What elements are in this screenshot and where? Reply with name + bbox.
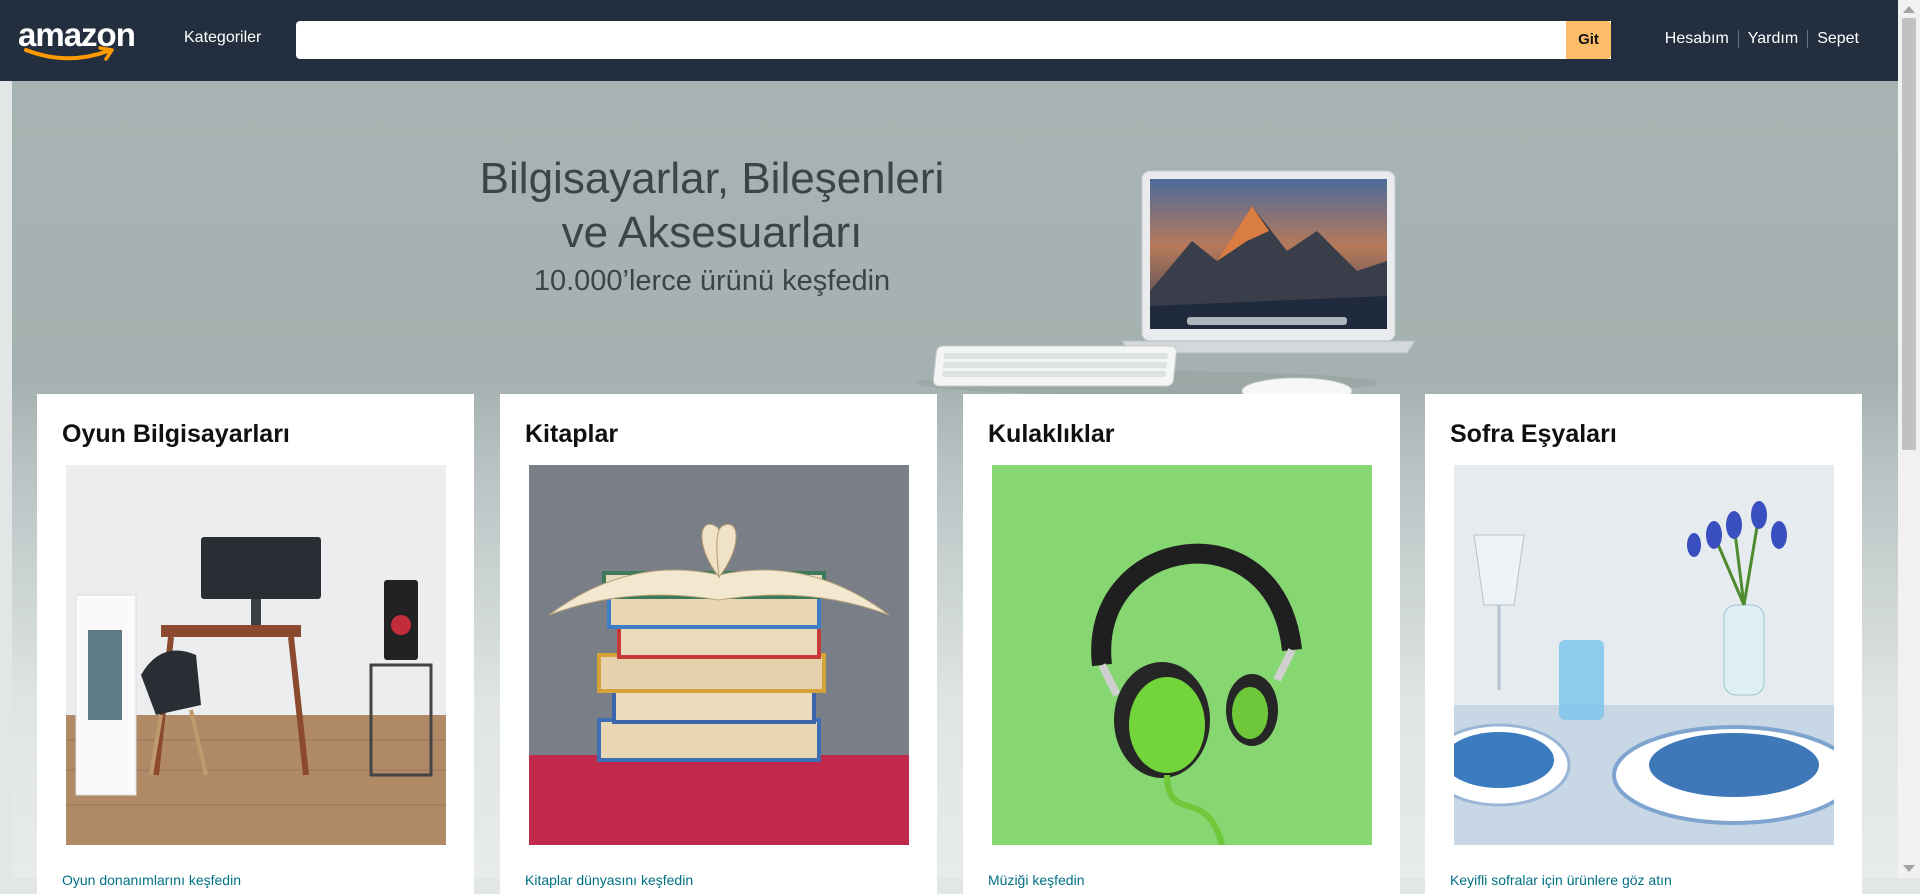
help-link[interactable]: Yardım <box>1737 30 1807 48</box>
left-edge <box>0 81 12 878</box>
amazon-logo[interactable]: amazon <box>18 16 142 68</box>
hero-title-line1: Bilgisayarlar, Bileşenleri <box>479 154 945 203</box>
category-card-gaming: Oyun Bilgisayarları Oyun donanımlarını k… <box>37 394 474 894</box>
top-navigation-bar: amazon Kategoriler Git Hesabım Yardım Se… <box>0 0 1898 81</box>
account-link[interactable]: Hesabım <box>1656 30 1738 48</box>
category-card-tableware: Sofra Eşyaları Keyifli sofralar için ürü… <box>1425 394 1862 894</box>
scrollbar-thumb[interactable] <box>1902 18 1916 450</box>
hero-subtitle: 10.000’lerce ürünü keşfedin <box>533 265 891 297</box>
books-stack-image[interactable] <box>529 465 909 845</box>
card-title: Oyun Bilgisayarları <box>62 420 290 448</box>
account-links: Hesabım Yardım Sepet <box>1656 30 1868 48</box>
scroll-down-arrow-icon[interactable] <box>1903 865 1915 872</box>
card-link[interactable]: Oyun donanımlarını keşfedin <box>62 872 241 888</box>
card-title: Sofra Eşyaları <box>1450 420 1617 448</box>
scroll-up-arrow-icon[interactable] <box>1903 6 1915 13</box>
card-title: Kitaplar <box>525 420 619 448</box>
card-title: Kulaklıklar <box>988 420 1115 448</box>
card-link[interactable]: Keyifli sofralar için ürünlere göz atın <box>1450 872 1672 888</box>
smile-arrow-icon <box>24 46 114 61</box>
headphones-image[interactable] <box>992 465 1372 845</box>
category-card-books: Kitaplar Kitaplar dünyasını keşfedin <box>500 394 937 894</box>
vertical-scrollbar[interactable] <box>1898 0 1920 878</box>
hero-title-line2: ve Aksesuarları <box>561 208 863 257</box>
card-link[interactable]: Kitaplar dünyasını keşfedin <box>525 872 693 888</box>
search-button[interactable]: Git <box>1566 21 1611 59</box>
categories-menu[interactable]: Kategoriler <box>184 29 261 47</box>
table-setting-image[interactable] <box>1454 465 1834 845</box>
gaming-desk-image[interactable] <box>66 465 446 845</box>
laptop-keyboard-mouse-image <box>917 170 1416 405</box>
card-link[interactable]: Müziği keşfedin <box>988 872 1085 888</box>
search-input[interactable] <box>296 21 1611 59</box>
category-card-headphones: Kulaklıklar Müziği keşfedin <box>963 394 1400 894</box>
cart-link[interactable]: Sepet <box>1807 30 1868 48</box>
